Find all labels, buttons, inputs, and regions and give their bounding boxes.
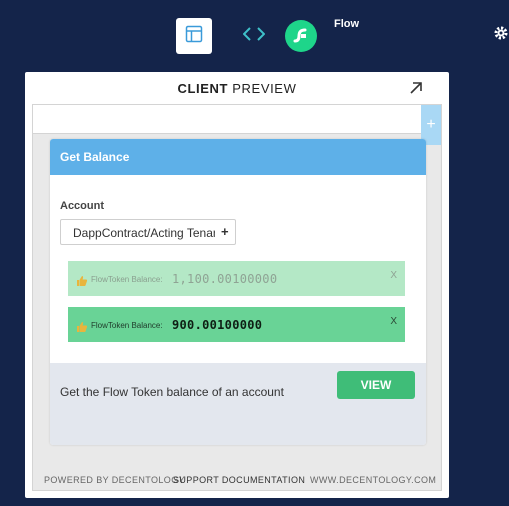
panel-footer: POWERED BY DECENTOLOGY SUPPORT DOCUMENTA…: [25, 472, 449, 492]
preview-address-bar[interactable]: [33, 105, 421, 134]
panel-header: CLIENT PREVIEW: [25, 72, 449, 104]
card-description: Get the Flow Token balance of an account: [60, 385, 284, 399]
balance-result: FlowToken Balance: 900.00100000 X: [68, 307, 405, 342]
code-icon: [242, 26, 266, 46]
thumbs-up-icon: [76, 274, 88, 286]
account-select[interactable]: DappContract/Acting Tenant +: [60, 219, 236, 245]
layout-toggle-button[interactable]: [176, 18, 212, 54]
client-preview-panel: CLIENT PREVIEW + Get Balance Account Dap…: [25, 72, 449, 498]
website-link[interactable]: WWW.DECENTOLOGY.COM: [310, 475, 436, 485]
balance-label: FlowToken Balance:: [91, 275, 163, 284]
app-name: Flow: [334, 18, 360, 30]
close-result-button[interactable]: X: [390, 316, 397, 327]
balance-result: FlowToken Balance: 1,100.00100000 X: [68, 261, 405, 296]
layout-icon: [185, 25, 203, 48]
plus-icon: +: [221, 224, 229, 239]
support-documentation-link[interactable]: SUPPORT DOCUMENTATION: [173, 475, 305, 485]
panel-title: CLIENT PREVIEW: [177, 81, 297, 96]
thumbs-up-icon: [76, 320, 88, 332]
top-toolbar: Flow: [0, 0, 509, 70]
settings-button[interactable]: [492, 26, 509, 44]
gear-icon: [493, 25, 509, 46]
close-result-button[interactable]: X: [390, 270, 397, 281]
code-view-button[interactable]: [241, 22, 267, 50]
view-button[interactable]: VIEW: [337, 371, 415, 399]
card-header: Get Balance: [50, 139, 426, 175]
expand-icon[interactable]: [408, 80, 424, 96]
balance-value: 1,100.00100000: [172, 272, 278, 286]
account-label: Account: [60, 200, 104, 212]
card-title: Get Balance: [60, 150, 130, 164]
get-balance-card: Get Balance Account DappContract/Acting …: [50, 139, 426, 445]
preview-frame: + Get Balance Account DappContract/Actin…: [32, 104, 442, 491]
card-footer: Get the Flow Token balance of an account…: [50, 363, 426, 445]
account-select-value: DappContract/Acting Tenant: [73, 226, 215, 240]
balance-value: 900.00100000: [172, 318, 263, 332]
flow-logo-icon[interactable]: [285, 20, 317, 52]
powered-by-link[interactable]: POWERED BY DECENTOLOGY: [44, 475, 185, 485]
balance-label: FlowToken Balance:: [91, 321, 163, 330]
